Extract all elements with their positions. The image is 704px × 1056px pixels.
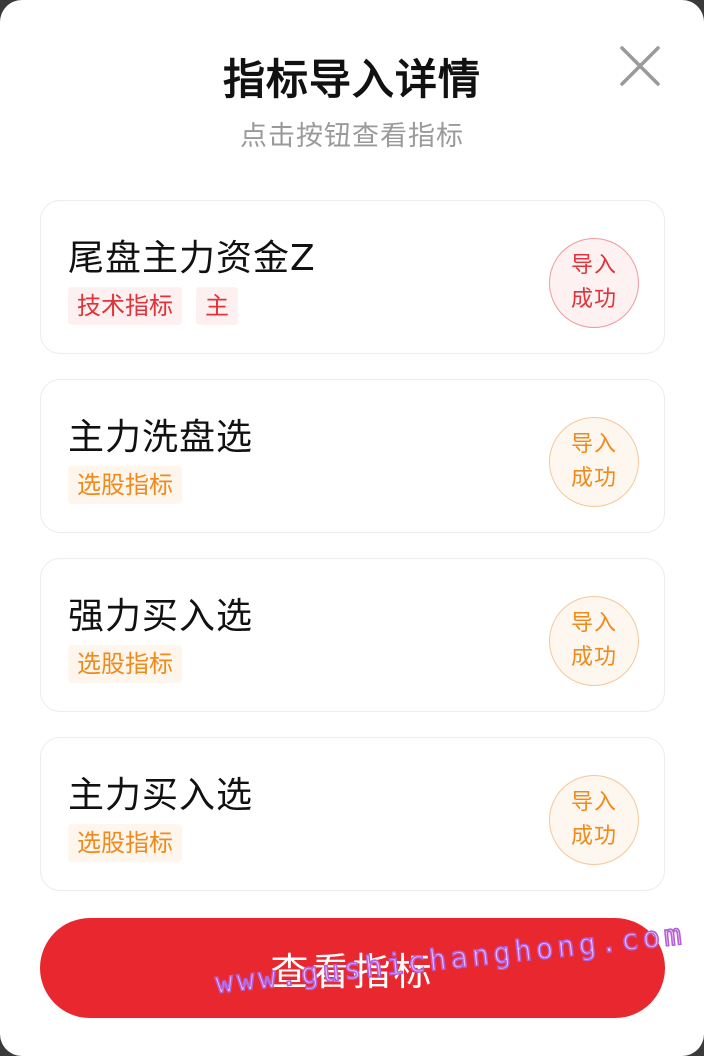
stamp-line-2: 成功: [570, 466, 617, 491]
indicator-tag: 技术指标: [68, 287, 182, 325]
indicator-name: 强力买入选: [68, 596, 254, 637]
stamp-line-2: 成功: [570, 287, 617, 312]
import-details-dialog: 指标导入详情 点击按钮查看指标 尾盘主力资金Z 技术指标 主 导入 成功 主力洗…: [0, 0, 704, 1056]
dialog-title: 指标导入详情: [222, 55, 481, 104]
dialog-subtitle: 点击按钮查看指标: [240, 121, 464, 152]
stamp-line-1: 导入: [570, 253, 617, 278]
stamp-line-1: 导入: [570, 790, 617, 815]
stamp-line-2: 成功: [570, 824, 617, 849]
view-indicators-button[interactable]: 查看指标: [40, 918, 665, 1018]
indicator-tag: 选股指标: [68, 824, 182, 862]
indicator-name: 主力洗盘选: [68, 417, 254, 458]
indicator-card-4[interactable]: 主力买入选 选股指标 导入 成功: [40, 737, 665, 891]
indicator-card-3[interactable]: 强力买入选 选股指标 导入 成功: [40, 558, 665, 712]
indicator-card-1[interactable]: 尾盘主力资金Z 技术指标 主 导入 成功: [40, 200, 665, 354]
indicator-card-2[interactable]: 主力洗盘选 选股指标 导入 成功: [40, 379, 665, 533]
indicator-tag: 选股指标: [68, 466, 182, 504]
indicator-tags: 技术指标 主: [68, 287, 238, 325]
indicator-tags: 选股指标: [68, 824, 182, 862]
indicator-tags: 选股指标: [68, 645, 182, 683]
stamp-line-2: 成功: [570, 645, 617, 670]
indicator-tag: 主: [196, 287, 238, 325]
stamp-line-1: 导入: [570, 611, 617, 636]
indicator-name: 尾盘主力资金Z: [68, 238, 316, 279]
import-success-stamp: 导入 成功: [549, 417, 639, 507]
indicator-tag: 选股指标: [68, 645, 182, 683]
import-success-stamp: 导入 成功: [549, 775, 639, 865]
stamp-line-1: 导入: [570, 432, 617, 457]
indicator-tags: 选股指标: [68, 466, 182, 504]
indicator-name: 主力买入选: [68, 775, 254, 816]
import-success-stamp: 导入 成功: [549, 238, 639, 328]
import-success-stamp: 导入 成功: [549, 596, 639, 686]
